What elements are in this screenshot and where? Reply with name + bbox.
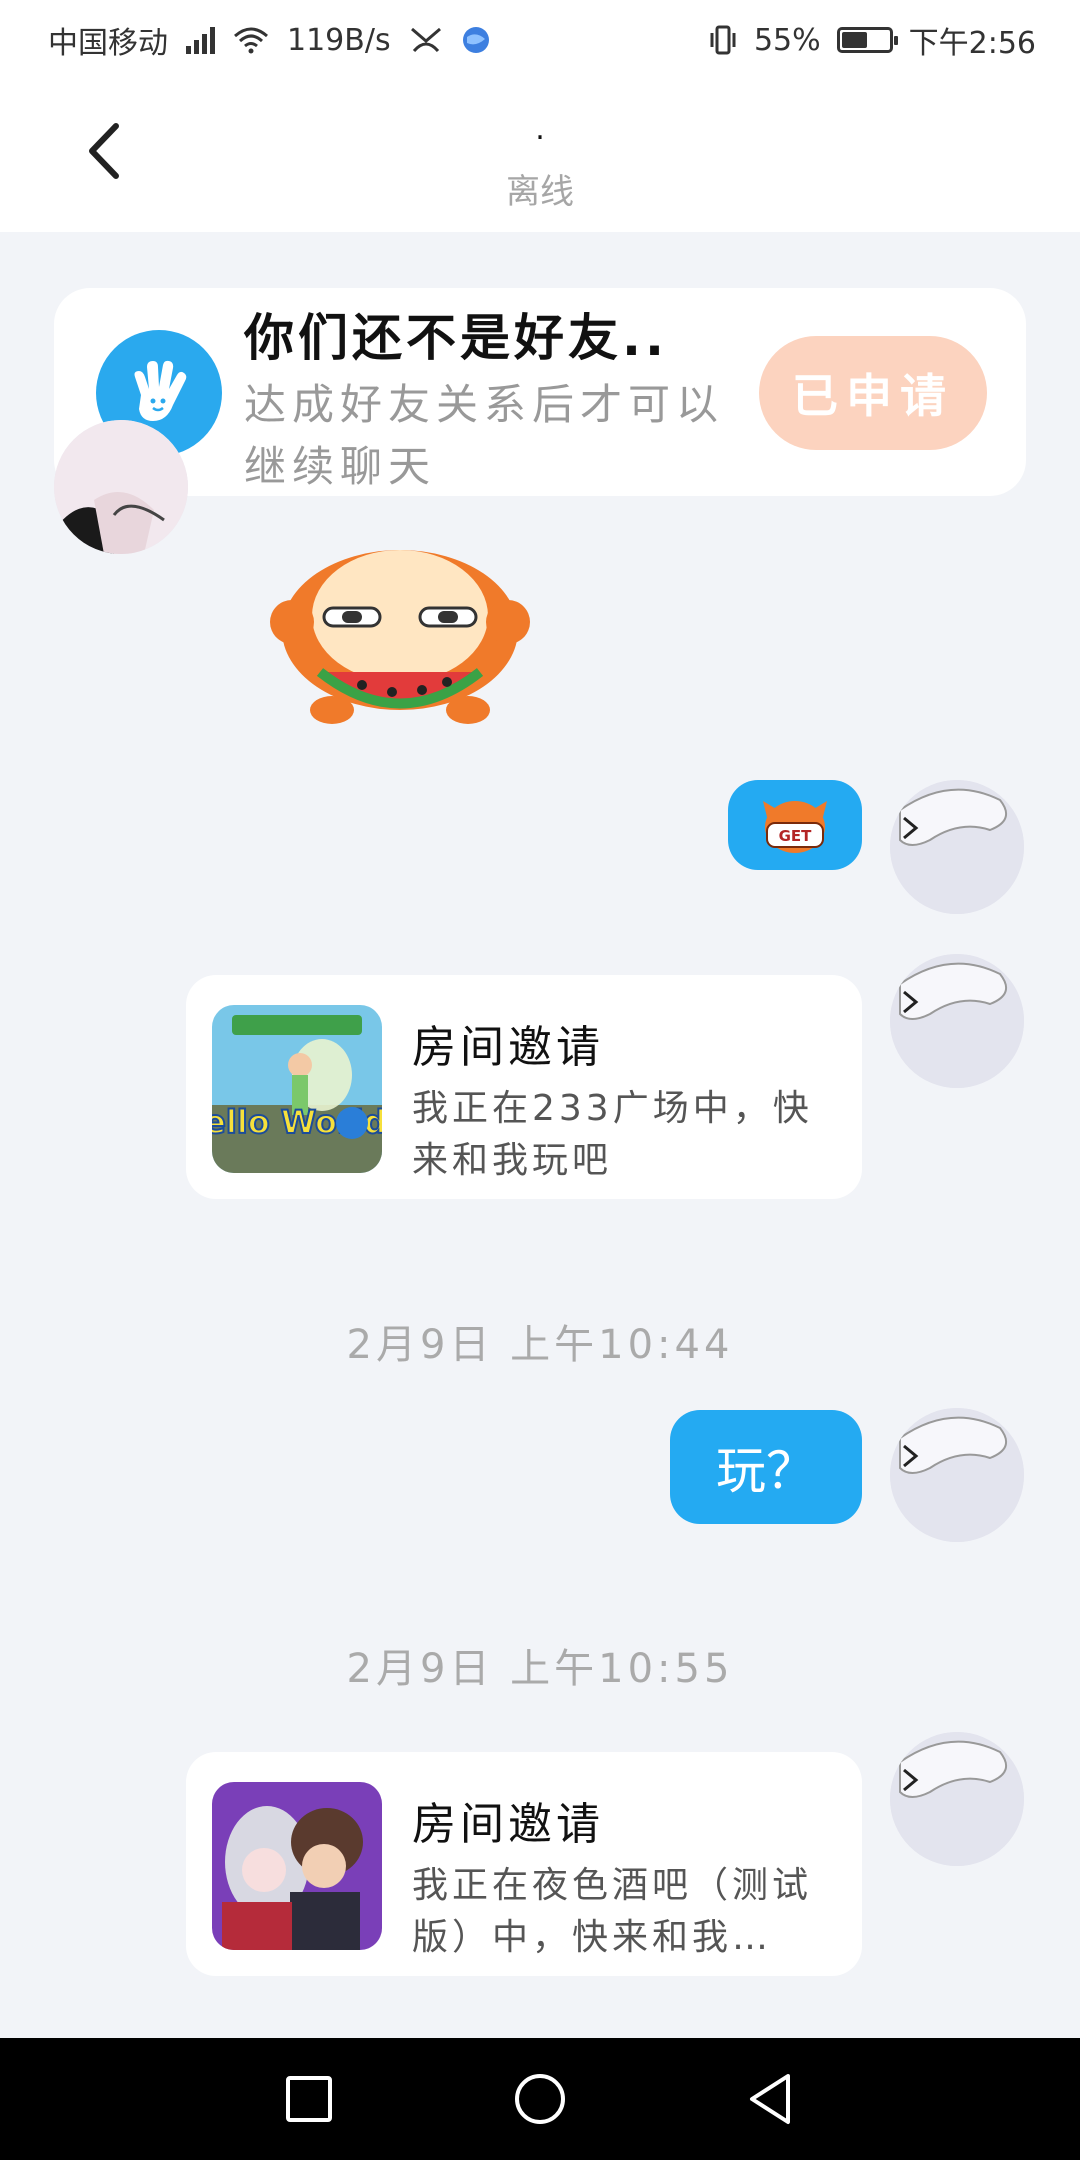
invite-text: 我正在夜色酒吧（测试版）中，快来和我…	[412, 1865, 813, 1958]
room-invite-card[interactable]: Hello World 房间邀请 我正在233广场中，快来和我玩吧	[186, 975, 862, 1199]
back-icon[interactable]	[736, 2064, 806, 2134]
recent-apps-icon[interactable]	[274, 2064, 344, 2134]
my-avatar[interactable]	[890, 1732, 1024, 1866]
notification-icon	[410, 27, 441, 53]
status-bar: 中国移动 119B/s 55% 下午2:56	[0, 0, 1080, 72]
chat-header: . 离线	[0, 72, 1080, 232]
wifi-icon	[234, 27, 268, 54]
network-speed: 119B/s	[287, 22, 391, 58]
message-bubble[interactable]: 玩？	[670, 1410, 862, 1524]
home-icon[interactable]	[505, 2064, 575, 2134]
game-thumbnail: Hello World	[212, 1005, 382, 1173]
my-avatar[interactable]	[890, 780, 1024, 914]
get-sticker: GET	[763, 801, 827, 853]
timestamp: 2月9日 上午10:55	[346, 1646, 734, 1692]
room-invite-card[interactable]: 房间邀请 我正在夜色酒吧（测试版）中，快来和我…	[186, 1752, 862, 1976]
signal-icon	[186, 26, 215, 54]
my-avatar[interactable]	[890, 1408, 1024, 1542]
get-sticker-bubble[interactable]: GET	[728, 780, 862, 870]
clock: 下午2:56	[908, 26, 1036, 61]
contact-status: 离线	[506, 172, 574, 212]
vibrate-icon	[710, 25, 736, 55]
invite-text: 我正在233广场中，快来和我玩吧	[412, 1088, 813, 1181]
svg-text:GET: GET	[779, 827, 813, 845]
system-nav-bar	[0, 2038, 1080, 2160]
timestamp: 2月9日 上午10:44	[346, 1322, 734, 1368]
game-thumbnail	[212, 1782, 382, 1950]
battery-icon	[836, 27, 898, 53]
carrier-label: 中国移动	[48, 26, 168, 61]
my-avatar[interactable]	[890, 954, 1024, 1088]
notice-subtitle: 达成好友关系后才可以继续聊天	[244, 380, 725, 491]
browser-icon	[462, 27, 489, 53]
contact-name: .	[535, 112, 545, 147]
applied-button[interactable]: 已申请	[759, 336, 987, 450]
battery-percent: 55%	[753, 22, 821, 58]
watermelon-eating-sticker[interactable]	[262, 550, 538, 728]
invite-title: 房间邀请	[412, 1022, 604, 1073]
notice-title: 你们还不是好友..	[244, 309, 668, 367]
contact-avatar[interactable]	[54, 420, 188, 554]
message-text: 玩？	[716, 1442, 816, 1500]
invite-title: 房间邀请	[412, 1799, 604, 1850]
not-friends-notice: 你们还不是好友.. 达成好友关系后才可以继续聊天 已申请	[54, 288, 1026, 496]
